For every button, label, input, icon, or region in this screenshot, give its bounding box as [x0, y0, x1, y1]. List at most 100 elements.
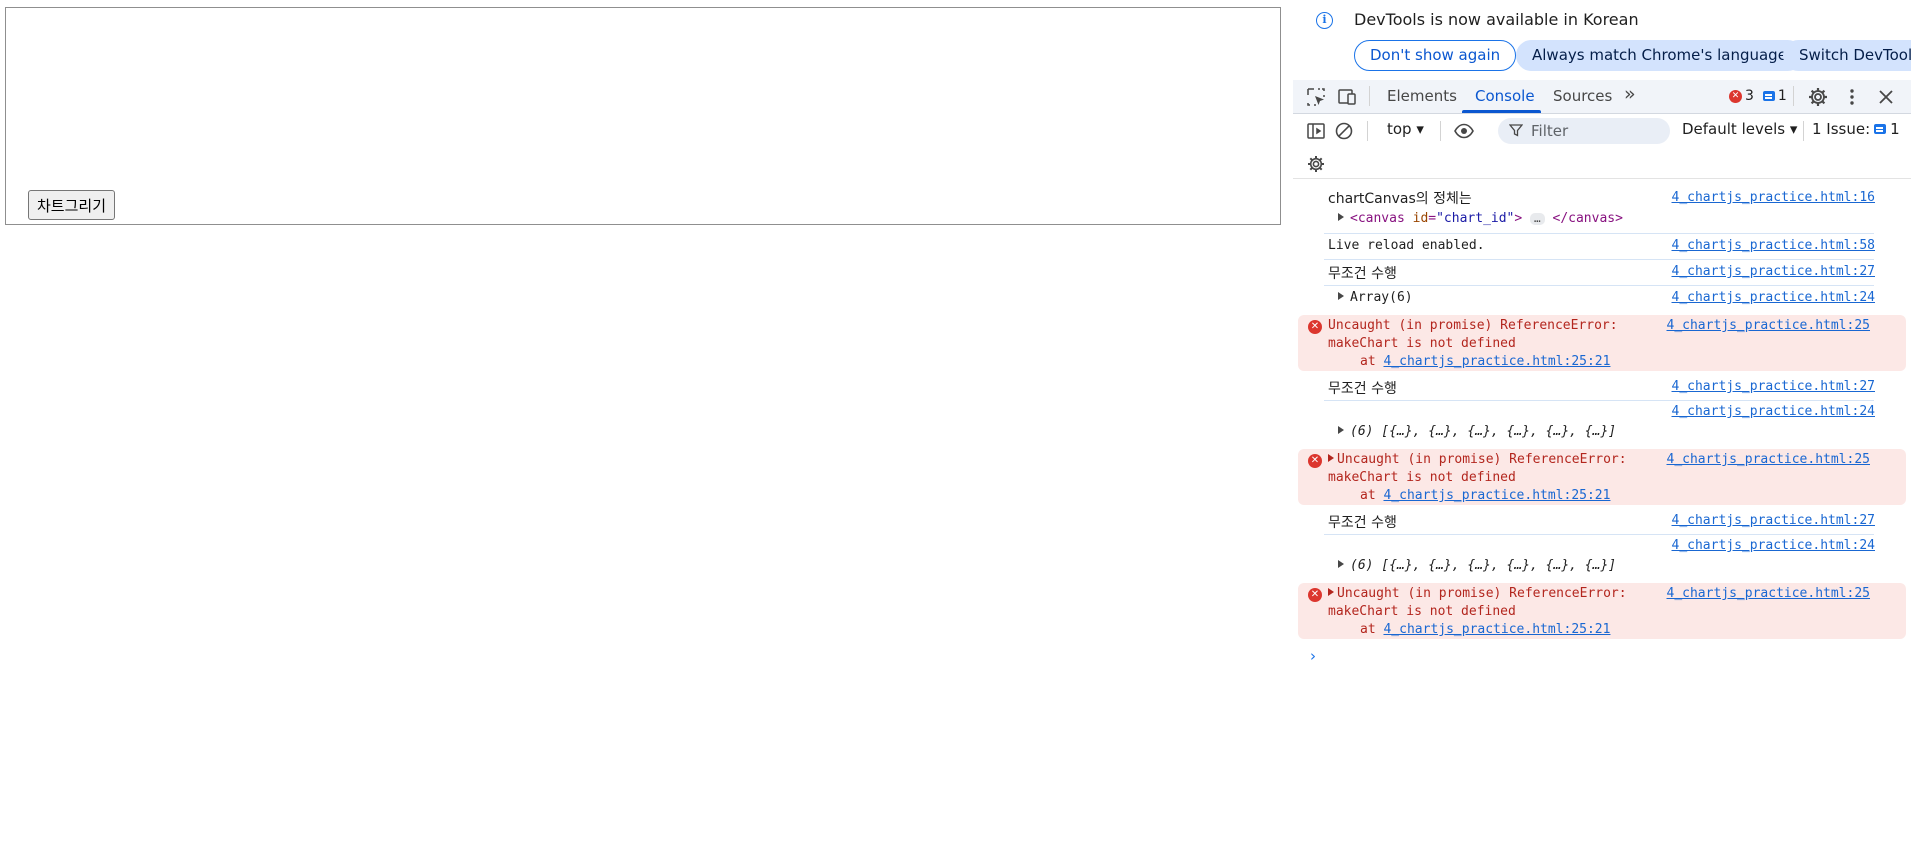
error-line-1: Uncaught (in promise) ReferenceError: — [1328, 318, 1618, 333]
sidebar-toggle-icon[interactable] — [1305, 120, 1327, 142]
source-link[interactable]: 4_chartjs_practice.html:16 — [1672, 190, 1876, 205]
toolbar-separator — [1803, 121, 1804, 141]
console-log-entry: 무조건 수행 4_chartjs_practice.html:27 — [1298, 378, 1911, 398]
log-object-text: (6) [{…}, {…}, {…}, {…}, {…}, {…}] — [1350, 424, 1617, 439]
log-levels-label: Default levels — [1682, 120, 1786, 138]
console-log-entry: 무조건 수행 4_chartjs_practice.html:27 — [1298, 512, 1911, 532]
live-expression-eye-icon[interactable] — [1453, 120, 1475, 142]
source-link[interactable]: 4_chartjs_practice.html:27 — [1672, 513, 1876, 528]
source-link[interactable]: 4_chartjs_practice.html:24 — [1672, 290, 1876, 305]
console-error-entry: ✕ Uncaught (in promise) ReferenceError: … — [1298, 583, 1906, 639]
tab-elements[interactable]: Elements — [1387, 87, 1457, 105]
stack-link[interactable]: 4_chartjs_practice.html:25:21 — [1383, 354, 1610, 369]
issues-button[interactable]: 1 Issue: 1 — [1812, 120, 1900, 138]
toolbar-separator — [1369, 86, 1370, 106]
context-selector[interactable]: top ▾ — [1387, 120, 1424, 138]
stack-trace: at 4_chartjs_practice.html:25:21 — [1360, 622, 1610, 637]
log-object-text: Array(6) — [1350, 290, 1413, 305]
console-log-entry[interactable]: 4_chartjs_practice.html:24 (6) [{…}, {…}… — [1298, 538, 1911, 578]
error-icon: ✕ — [1308, 320, 1322, 334]
log-levels-dropdown[interactable]: Default levels ▾ — [1682, 120, 1797, 138]
row-divider — [1324, 233, 1874, 234]
row-divider — [1324, 259, 1874, 260]
console-log-entry: chartCanvas의 정체는 4_chartjs_practice.html… — [1298, 187, 1911, 231]
console-prompt[interactable]: › — [1310, 647, 1316, 665]
clear-console-icon[interactable] — [1333, 120, 1355, 142]
devtools-panel: i DevTools is now available in Korean Do… — [1293, 0, 1911, 858]
tab-console[interactable]: Console — [1475, 87, 1535, 105]
tag-open: <canvas — [1350, 211, 1405, 226]
error-line-1-text: Uncaught (in promise) ReferenceError: — [1337, 586, 1627, 601]
page-content: 차트그리기 — [0, 0, 1293, 858]
error-line-2: makeChart is not defined — [1328, 470, 1516, 485]
switch-devtools-button[interactable]: Switch DevTools — [1783, 40, 1911, 71]
row-divider — [1324, 400, 1874, 401]
error-line-1[interactable]: Uncaught (in promise) ReferenceError: — [1328, 586, 1627, 601]
dont-show-again-button[interactable]: Don't show again — [1354, 40, 1517, 71]
device-toolbar-icon[interactable] — [1336, 86, 1358, 108]
attr-value: "chart_id" — [1436, 211, 1515, 226]
tab-sources[interactable]: Sources — [1553, 87, 1612, 105]
log-object-text: (6) [{…}, {…}, {…}, {…}, {…}, {…}] — [1350, 558, 1617, 573]
always-match-language-button[interactable]: Always match Chrome's language — [1516, 40, 1803, 71]
message-count: 1 — [1777, 88, 1787, 104]
more-options-icon[interactable] — [1841, 86, 1863, 108]
devtools-tabbar: Elements Console Sources » ✕ 3 1 — [1293, 80, 1911, 114]
source-link[interactable]: 4_chartjs_practice.html:24 — [1672, 404, 1876, 419]
log-text: 무조건 수행 — [1328, 381, 1397, 397]
more-tabs-icon[interactable]: » — [1624, 83, 1635, 105]
collapsed-children-icon[interactable]: … — [1530, 213, 1545, 225]
error-line-2: makeChart is not defined — [1328, 604, 1516, 619]
error-line-1[interactable]: Uncaught (in promise) ReferenceError: — [1328, 452, 1627, 467]
expand-triangle-icon — [1338, 560, 1344, 568]
log-text: chartCanvas의 정체는 — [1328, 191, 1472, 207]
draw-chart-button[interactable]: 차트그리기 — [28, 190, 116, 220]
language-infobar: i DevTools is now available in Korean Do… — [1293, 0, 1911, 80]
error-counter[interactable]: ✕ 3 1 — [1729, 88, 1787, 104]
log-object[interactable]: (6) [{…}, {…}, {…}, {…}, {…}, {…}] — [1338, 558, 1616, 573]
expand-triangle-icon — [1338, 213, 1344, 221]
toolbar-separator — [1440, 121, 1441, 141]
source-link[interactable]: 4_chartjs_practice.html:24 — [1672, 538, 1876, 553]
expand-triangle-icon — [1338, 426, 1344, 434]
toolbar-separator — [1793, 86, 1794, 106]
inspect-element-icon[interactable] — [1305, 86, 1327, 108]
console-log-entry: 무조건 수행 4_chartjs_practice.html:27 — [1298, 263, 1911, 283]
info-icon: i — [1316, 12, 1333, 29]
stack-link[interactable]: 4_chartjs_practice.html:25:21 — [1383, 622, 1610, 637]
source-link[interactable]: 4_chartjs_practice.html:27 — [1672, 264, 1876, 279]
source-link[interactable]: 4_chartjs_practice.html:25 — [1667, 318, 1871, 333]
error-line-2: makeChart is not defined — [1328, 336, 1516, 351]
stack-at: at — [1360, 622, 1376, 637]
stack-trace: at 4_chartjs_practice.html:25:21 — [1360, 488, 1610, 503]
stack-trace: at 4_chartjs_practice.html:25:21 — [1360, 354, 1610, 369]
console-log-entry: Live reload enabled. 4_chartjs_practice.… — [1298, 237, 1911, 257]
error-count: 3 — [1745, 88, 1754, 104]
settings-gear-icon[interactable] — [1807, 86, 1829, 108]
console-toolbar: top ▾ Default levels ▾ 1 Issue: 1 — [1293, 115, 1911, 179]
console-log-entry[interactable]: 4_chartjs_practice.html:24 (6) [{…}, {…}… — [1298, 404, 1911, 444]
infobar-message: DevTools is now available in Korean — [1354, 10, 1639, 29]
console-error-entry: ✕ Uncaught (in promise) ReferenceError: … — [1298, 449, 1906, 505]
canvas-element-preview[interactable]: <canvas id="chart_id"> … </canvas> — [1338, 211, 1623, 226]
source-link[interactable]: 4_chartjs_practice.html:25 — [1667, 452, 1871, 467]
message-icon — [1762, 91, 1775, 101]
console-log-entry[interactable]: Array(6) 4_chartjs_practice.html:24 — [1298, 289, 1911, 309]
row-divider — [1324, 285, 1874, 286]
issues-count: 1 — [1890, 120, 1900, 138]
error-icon: ✕ — [1308, 588, 1322, 602]
tag-close: </canvas> — [1552, 211, 1623, 226]
log-text: 무조건 수행 — [1328, 266, 1397, 282]
log-object[interactable]: (6) [{…}, {…}, {…}, {…}, {…}, {…}] — [1338, 424, 1616, 439]
console-settings-gear-icon[interactable] — [1305, 153, 1327, 175]
source-link[interactable]: 4_chartjs_practice.html:27 — [1672, 379, 1876, 394]
source-link[interactable]: 4_chartjs_practice.html:58 — [1672, 238, 1876, 253]
error-icon: ✕ — [1308, 454, 1322, 468]
stack-link[interactable]: 4_chartjs_practice.html:25:21 — [1383, 488, 1610, 503]
error-icon: ✕ — [1729, 89, 1742, 103]
filter-input[interactable] — [1531, 121, 1663, 141]
source-link[interactable]: 4_chartjs_practice.html:25 — [1667, 586, 1871, 601]
close-devtools-icon[interactable] — [1875, 86, 1897, 108]
log-object[interactable]: Array(6) — [1338, 290, 1413, 305]
error-line-1-text: Uncaught (in promise) ReferenceError: — [1337, 452, 1627, 467]
